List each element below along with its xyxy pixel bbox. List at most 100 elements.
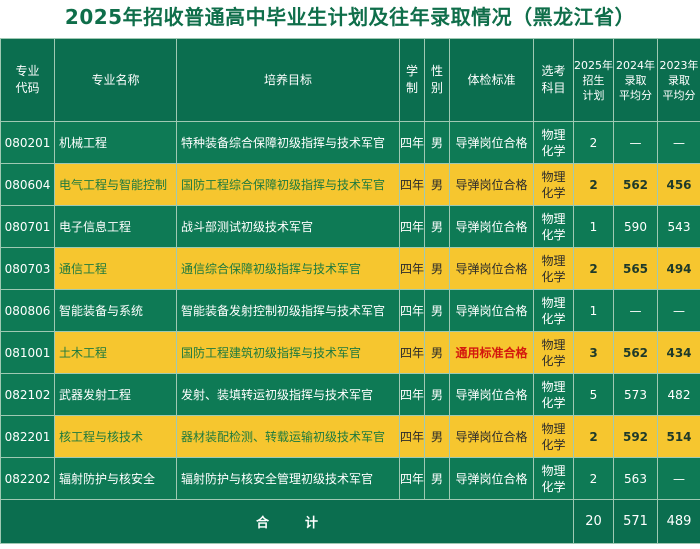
- health-standard: 导弹岗位合格: [449, 163, 534, 206]
- header-score-2023: 2023年 录取 平均分: [657, 38, 700, 122]
- required-subjects: 物理 化学: [533, 331, 574, 374]
- score-2023: —: [657, 289, 700, 332]
- major-name: 辐射防护与核安全: [54, 457, 177, 500]
- required-subjects: 物理 化学: [533, 373, 574, 416]
- duration: 四年: [399, 457, 425, 500]
- major-code: 080201: [0, 121, 55, 164]
- required-subjects: 物理 化学: [533, 163, 574, 206]
- total-label: 合计: [0, 499, 574, 544]
- training-goal: 智能装备发射控制初级指挥与技术军官: [176, 289, 400, 332]
- major-code: 082202: [0, 457, 55, 500]
- table-row: 082201 核工程与核技术 器材装配检测、转载运输初级技术军官 四年男导弹岗位合格物…: [0, 415, 700, 458]
- total-score-2023: 489: [657, 499, 700, 544]
- major-name: 电气工程与智能控制: [54, 163, 177, 206]
- major-name: 智能装备与系统: [54, 289, 177, 332]
- major-name: 电子信息工程: [54, 205, 177, 248]
- major-code: 080604: [0, 163, 55, 206]
- score-2023: 434: [657, 331, 700, 374]
- score-2024: 565: [613, 247, 658, 290]
- score-2023: 456: [657, 163, 700, 206]
- training-goal: 国防工程建筑初级指挥与技术军官: [176, 331, 400, 374]
- health-standard: 导弹岗位合格: [449, 205, 534, 248]
- table-body: 080201 机械工程 特种装备综合保障初级指挥与技术军官 四年男导弹岗位合格 物理 化学…: [0, 121, 700, 500]
- header-subject: 选考 科目: [533, 38, 574, 122]
- score-2024: 562: [613, 331, 658, 374]
- plan-2025: 2: [573, 247, 614, 290]
- table-row: 082202 辐射防护与核安全 辐射防护与核安全管理初级技术军官 四年男导弹岗位合格物…: [0, 457, 700, 500]
- table-row: 080703 通信工程 通信综合保障初级指挥与技术军官 四年男导弹岗位合格 物理 化学 2 5…: [0, 247, 700, 290]
- score-2023: 494: [657, 247, 700, 290]
- required-subjects: 物理 化学: [533, 415, 574, 458]
- score-2023: —: [657, 121, 700, 164]
- health-standard: 导弹岗位合格: [449, 373, 534, 416]
- score-2024: —: [613, 121, 658, 164]
- required-subjects: 物理 化学: [533, 205, 574, 248]
- header-gender: 性别: [424, 38, 450, 122]
- gender: 男: [424, 205, 450, 248]
- enrollment-plan-table: 专业 代码 专业名称 培养目标 学制 性别 体检标准 选考 科目 2025年 招生 计划…: [0, 38, 700, 544]
- score-2023: 543: [657, 205, 700, 248]
- score-2023: 482: [657, 373, 700, 416]
- required-subjects: 物理 化学: [533, 247, 574, 290]
- gender: 男: [424, 373, 450, 416]
- duration: 四年: [399, 163, 425, 206]
- score-2023: —: [657, 457, 700, 500]
- major-code: 080806: [0, 289, 55, 332]
- score-2024: 563: [613, 457, 658, 500]
- major-name: 通信工程: [54, 247, 177, 290]
- header-plan-2025: 2025年 招生 计划: [573, 38, 614, 122]
- header-duration: 学制: [399, 38, 425, 122]
- duration: 四年: [399, 289, 425, 332]
- training-goal: 通信综合保障初级指挥与技术军官: [176, 247, 400, 290]
- duration: 四年: [399, 247, 425, 290]
- plan-2025: 1: [573, 205, 614, 248]
- score-2024: 590: [613, 205, 658, 248]
- score-2024: 573: [613, 373, 658, 416]
- plan-2025: 2: [573, 457, 614, 500]
- major-name: 机械工程: [54, 121, 177, 164]
- training-goal: 战斗部测试初级技术军官: [176, 205, 400, 248]
- plan-2025: 5: [573, 373, 614, 416]
- score-2024: —: [613, 289, 658, 332]
- major-code: 082102: [0, 373, 55, 416]
- plan-2025: 1: [573, 289, 614, 332]
- required-subjects: 物理 化学: [533, 457, 574, 500]
- gender: 男: [424, 121, 450, 164]
- plan-2025: 3: [573, 331, 614, 374]
- table-row: 082102 武器发射工程 发射、装填转运初级指挥与技术军官 四年男导弹岗位合格 物理化…: [0, 373, 700, 416]
- gender: 男: [424, 331, 450, 374]
- duration: 四年: [399, 331, 425, 374]
- score-2024: 562: [613, 163, 658, 206]
- duration: 四年: [399, 415, 425, 458]
- table-row: 080201 机械工程 特种装备综合保障初级指挥与技术军官 四年男导弹岗位合格 物理 化学…: [0, 121, 700, 164]
- total-plan: 20: [573, 499, 614, 544]
- table-header-row: 专业 代码 专业名称 培养目标 学制 性别 体检标准 选考 科目 2025年 招生 计划…: [0, 38, 700, 122]
- table-row: 080806 智能装备与系统 智能装备发射控制初级指挥与技术军官 四年男导弹岗位合格物…: [0, 289, 700, 332]
- header-major: 专业名称: [54, 38, 177, 122]
- page-title: 2025年招收普通高中毕业生计划及往年录取情况（黑龙江省）: [64, 5, 636, 29]
- score-2023: 514: [657, 415, 700, 458]
- gender: 男: [424, 289, 450, 332]
- major-code: 082201: [0, 415, 55, 458]
- plan-2025: 2: [573, 415, 614, 458]
- total-score-2024: 571: [613, 499, 658, 544]
- duration: 四年: [399, 121, 425, 164]
- training-goal: 器材装配检测、转载运输初级技术军官: [176, 415, 400, 458]
- table-row: 080604 电气工程与智能控制 国防工程综合保障初级指挥与技术军官 四年男导弹岗位合…: [0, 163, 700, 206]
- major-code: 080701: [0, 205, 55, 248]
- health-standard: 导弹岗位合格: [449, 289, 534, 332]
- duration: 四年: [399, 205, 425, 248]
- table-row: 081001 土木工程 国防工程建筑初级指挥与技术军官 四年男通用标准合格 物理 化学 3 5…: [0, 331, 700, 374]
- gender: 男: [424, 247, 450, 290]
- required-subjects: 物理 化学: [533, 289, 574, 332]
- total-row: 合计 20 571 489: [0, 499, 700, 544]
- training-goal: 国防工程综合保障初级指挥与技术军官: [176, 163, 400, 206]
- training-goal: 辐射防护与核安全管理初级技术军官: [176, 457, 400, 500]
- header-health: 体检标准: [449, 38, 534, 122]
- duration: 四年: [399, 373, 425, 416]
- training-goal: 特种装备综合保障初级指挥与技术军官: [176, 121, 400, 164]
- plan-2025: 2: [573, 163, 614, 206]
- table-row: 080701 电子信息工程 战斗部测试初级技术军官 四年男导弹岗位合格 物理 化学 1 590…: [0, 205, 700, 248]
- gender: 男: [424, 163, 450, 206]
- health-standard: 导弹岗位合格: [449, 247, 534, 290]
